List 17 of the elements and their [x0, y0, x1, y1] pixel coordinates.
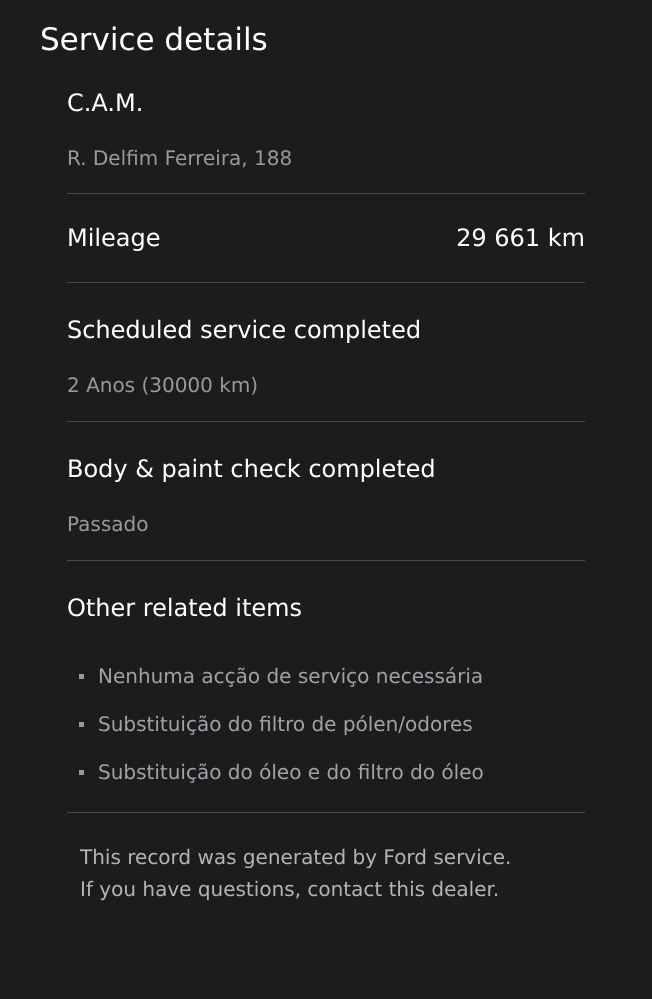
- bullet-icon: [79, 770, 84, 774]
- bullet-icon: [79, 674, 84, 678]
- page-title: Service details: [40, 21, 269, 60]
- dealer-name: C.A.M.: [67, 88, 144, 119]
- bullet-icon: [79, 722, 84, 726]
- section-title: Other related items: [67, 593, 304, 624]
- section-title: Body & paint check completed: [67, 454, 437, 485]
- section-detail: 2 Anos (30000 km): [67, 372, 260, 399]
- section-detail: Passado: [67, 511, 150, 538]
- dealer-address: R. Delfim Ferreira, 188: [67, 145, 294, 172]
- mileage-label: Mileage: [67, 223, 161, 254]
- item-text: Substituição do óleo e do filtro do óleo: [98, 759, 484, 786]
- footer-note: This record was generated by Ford service. If you have questions, contact this dealer.: [80, 844, 512, 903]
- item-text: Nenhuma acção de serviço necessária: [98, 663, 484, 690]
- item-text: Substituição do filtro de pólen/odores: [98, 711, 473, 738]
- mileage-value: 29 661 km: [456, 223, 585, 254]
- section-title: Scheduled service completed: [67, 315, 422, 346]
